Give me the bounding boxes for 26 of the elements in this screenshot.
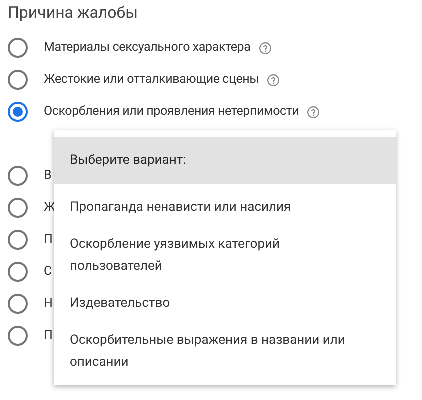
option-label: П: [44, 326, 53, 345]
option-label: Материалы сексуального характера: [44, 38, 251, 57]
option-label: В: [44, 166, 52, 185]
help-icon[interactable]: [307, 106, 320, 118]
menu-item[interactable]: Пропаганда ненависти или насилия: [54, 189, 396, 226]
option-label: С: [44, 262, 52, 281]
option-label: Оскорбления или проявления нетерпимости: [44, 102, 300, 121]
radio-button[interactable]: [8, 262, 28, 282]
radio-button[interactable]: [8, 198, 28, 218]
radio-button[interactable]: [8, 38, 28, 58]
section-title: Причина жалобы: [8, 2, 140, 24]
help-icon[interactable]: [267, 74, 280, 86]
radio-button[interactable]: [8, 166, 28, 186]
menu-item[interactable]: Оскорбление уязвимых категорий пользователей: [54, 226, 396, 285]
help-icon[interactable]: [258, 42, 272, 54]
radio-button[interactable]: [8, 102, 28, 122]
option-label: Н: [44, 294, 53, 313]
option-label: Жестокие или отталкивающие сцены: [44, 70, 260, 89]
menu-item[interactable]: Издевательство: [54, 285, 396, 322]
radio-button[interactable]: [8, 294, 28, 314]
radio-button[interactable]: [8, 326, 28, 346]
radio-button[interactable]: [8, 230, 28, 250]
option-label: П: [44, 230, 53, 249]
menu-header: Выберите вариант:: [54, 137, 396, 184]
radio-button[interactable]: [8, 70, 28, 90]
menu-item[interactable]: Оскорбительные выражения в названии или описании: [54, 322, 396, 381]
